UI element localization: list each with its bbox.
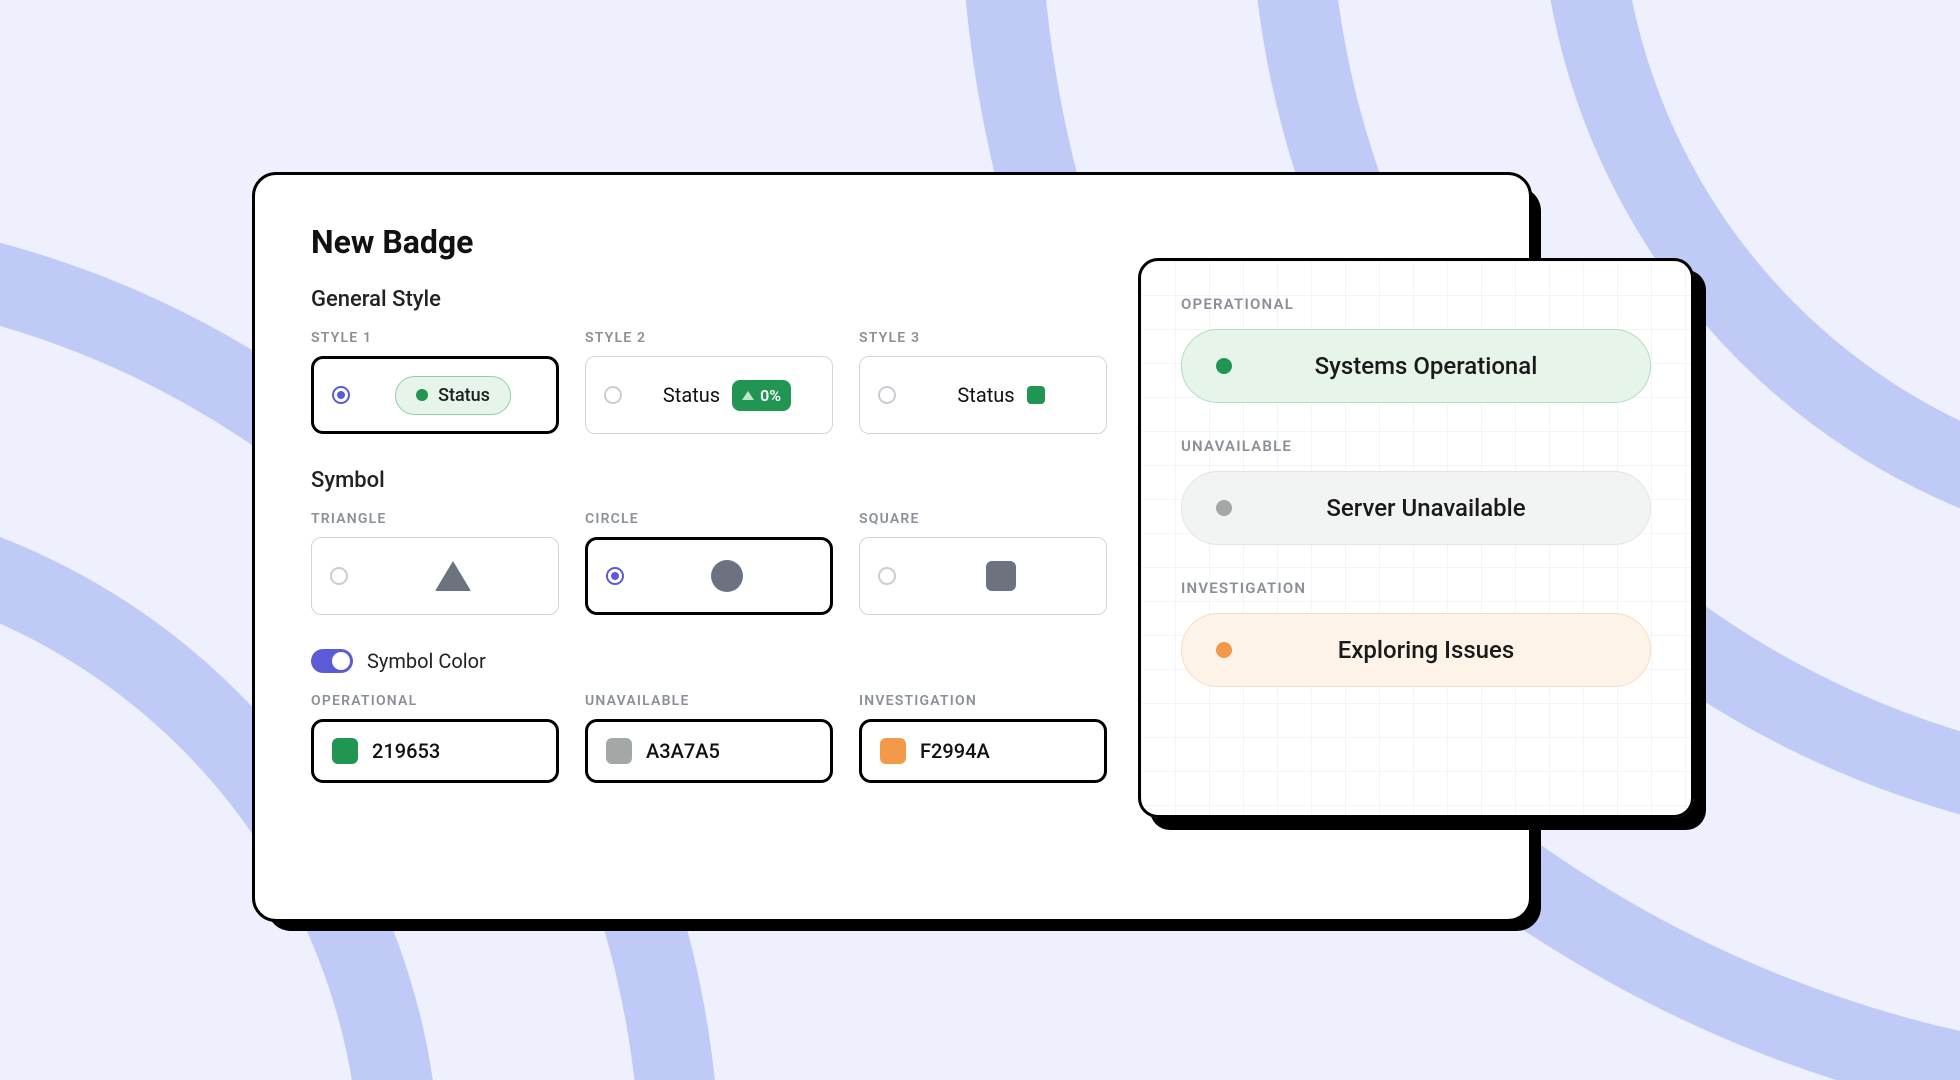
radio-icon — [604, 386, 622, 404]
symbol-square-label: SQUARE — [859, 511, 1107, 527]
style3-label: STYLE 3 — [859, 330, 1107, 346]
preview-unavailable-badge: Server Unavailable — [1181, 471, 1651, 545]
preview-unavailable-text: Server Unavailable — [1236, 494, 1616, 522]
hex-value: 219653 — [372, 739, 440, 763]
hex-value: F2994A — [920, 739, 990, 763]
card-title: New Badge — [311, 223, 1473, 261]
symbol-option-circle[interactable] — [585, 537, 833, 615]
color-investigation-label: INVESTIGATION — [859, 693, 1107, 709]
circle-icon — [711, 560, 743, 592]
style1-preview: Status — [368, 376, 538, 415]
dot-icon — [1216, 642, 1232, 658]
style1-label: STYLE 1 — [311, 330, 559, 346]
preview-operational-text: Systems Operational — [1236, 352, 1616, 380]
square-icon — [986, 561, 1016, 591]
dot-icon — [416, 389, 428, 401]
triangle-up-icon — [742, 391, 754, 400]
symbol-triangle-label: TRIANGLE — [311, 511, 559, 527]
symbol-color-label: Symbol Color — [367, 649, 486, 673]
style-option-3[interactable]: Status — [859, 356, 1107, 434]
style2-label: STYLE 2 — [585, 330, 833, 346]
radio-icon — [606, 567, 624, 585]
triangle-icon — [435, 561, 471, 591]
radio-icon — [330, 567, 348, 585]
status-text: Status — [438, 385, 490, 406]
symbol-color-toggle[interactable] — [311, 649, 353, 673]
style-option-1[interactable]: Status — [311, 356, 559, 434]
style2-preview: Status 0% — [640, 380, 814, 411]
preview-operational-label: OPERATIONAL — [1181, 295, 1651, 313]
radio-icon — [878, 567, 896, 585]
color-operational-label: OPERATIONAL — [311, 693, 559, 709]
radio-icon — [332, 386, 350, 404]
chip: 0% — [732, 380, 791, 411]
symbol-option-triangle[interactable] — [311, 537, 559, 615]
symbol-option-square[interactable] — [859, 537, 1107, 615]
dot-icon — [1216, 358, 1232, 374]
color-unavailable-input[interactable]: A3A7A5 — [585, 719, 833, 783]
swatch-icon — [880, 738, 906, 764]
color-unavailable-label: UNAVAILABLE — [585, 693, 833, 709]
status-text: Status — [957, 383, 1014, 407]
color-investigation-input[interactable]: F2994A — [859, 719, 1107, 783]
preview-investigation-badge: Exploring Issues — [1181, 613, 1651, 687]
dot-icon — [1216, 500, 1232, 516]
badge-preview-card: OPERATIONAL Systems Operational UNAVAILA… — [1138, 258, 1694, 818]
square-icon — [1027, 386, 1045, 404]
swatch-icon — [332, 738, 358, 764]
chip-text: 0% — [760, 386, 781, 405]
preview-unavailable-label: UNAVAILABLE — [1181, 437, 1651, 455]
preview-investigation-text: Exploring Issues — [1236, 636, 1616, 664]
style3-preview: Status — [914, 383, 1088, 407]
color-operational-input[interactable]: 219653 — [311, 719, 559, 783]
symbol-circle-label: CIRCLE — [585, 511, 833, 527]
style-option-2[interactable]: Status 0% — [585, 356, 833, 434]
preview-investigation-label: INVESTIGATION — [1181, 579, 1651, 597]
swatch-icon — [606, 738, 632, 764]
hex-value: A3A7A5 — [646, 739, 720, 763]
preview-operational-badge: Systems Operational — [1181, 329, 1651, 403]
radio-icon — [878, 386, 896, 404]
status-text: Status — [663, 383, 720, 407]
